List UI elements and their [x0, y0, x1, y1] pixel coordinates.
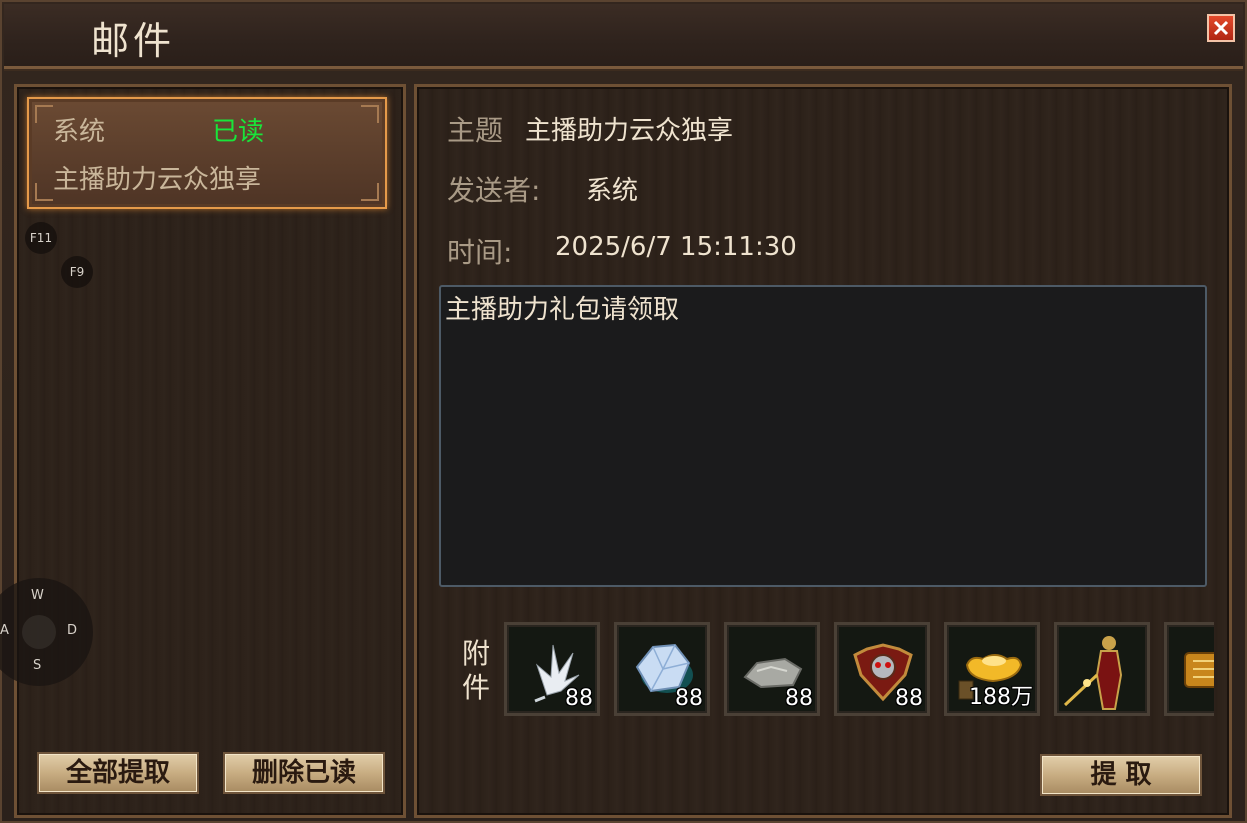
- subject-label: 主题: [447, 114, 504, 147]
- warrior-figure-icon: [1063, 636, 1123, 710]
- hotkey-f9[interactable]: F9: [61, 256, 93, 288]
- mail-read-status: 已读: [212, 117, 265, 147]
- attachment-slots: 88 88 88 88 188万: [504, 620, 1214, 718]
- attachment-quantity: 188万: [969, 685, 1033, 710]
- attachment-quantity: 88: [565, 686, 593, 711]
- attachment-slot[interactable]: 88: [834, 622, 930, 716]
- title-bar: 邮件: [4, 4, 1243, 69]
- dpad-right-key[interactable]: D: [67, 623, 77, 638]
- mail-list-item[interactable]: 系统 已读 主播助力云众独享: [27, 97, 387, 209]
- dpad-center: [22, 615, 56, 649]
- claim-all-button[interactable]: 全部提取: [37, 752, 199, 794]
- frame-corner: [35, 183, 53, 201]
- frame-corner: [361, 183, 379, 201]
- attachment-slot[interactable]: 88: [614, 622, 710, 716]
- dpad-up-key[interactable]: W: [31, 588, 44, 603]
- attachment-slot[interactable]: 88: [724, 622, 820, 716]
- time-value: 2025/6/7 15:11:30: [555, 232, 797, 262]
- gold-scroll-icon: [1184, 652, 1214, 688]
- time-label: 时间:: [447, 236, 513, 269]
- hotkey-f11[interactable]: F11: [25, 222, 57, 254]
- close-icon: [1213, 20, 1229, 36]
- attachment-slot[interactable]: 188万: [944, 622, 1040, 716]
- attachment-quantity: 88: [785, 686, 813, 711]
- attachment-slot[interactable]: [1054, 622, 1150, 716]
- mail-window: 邮件 系统 已读 主播助力云众独享 F11 F9 W A D S 全部提取 删除…: [0, 0, 1247, 823]
- attachment-quantity: 88: [895, 686, 923, 711]
- window-title: 邮件: [91, 19, 176, 63]
- close-button[interactable]: [1207, 14, 1235, 42]
- mail-content-box: 主播助力礼包请领取: [439, 285, 1207, 587]
- dpad-down-key[interactable]: S: [33, 658, 41, 673]
- mail-sender: 系统: [53, 117, 106, 147]
- frame-corner: [361, 105, 379, 123]
- attachment-slot[interactable]: [1164, 622, 1214, 716]
- sender-value: 系统: [586, 176, 639, 206]
- delete-read-button[interactable]: 删除已读: [223, 752, 385, 794]
- frame-corner: [35, 105, 53, 123]
- attachments-label: 附件: [462, 637, 491, 704]
- sender-label: 发送者:: [447, 174, 541, 207]
- mail-content-text: 主播助力礼包请领取: [445, 295, 680, 325]
- dpad-left-key[interactable]: A: [0, 623, 9, 638]
- claim-button[interactable]: 提 取: [1040, 754, 1202, 796]
- attachment-quantity: 88: [675, 686, 703, 711]
- subject-value: 主播助力云众独享: [525, 116, 734, 146]
- attachment-slot[interactable]: 88: [504, 622, 600, 716]
- mail-list-panel: 系统 已读 主播助力云众独享: [14, 84, 406, 818]
- mail-subject: 主播助力云众独享: [53, 165, 262, 195]
